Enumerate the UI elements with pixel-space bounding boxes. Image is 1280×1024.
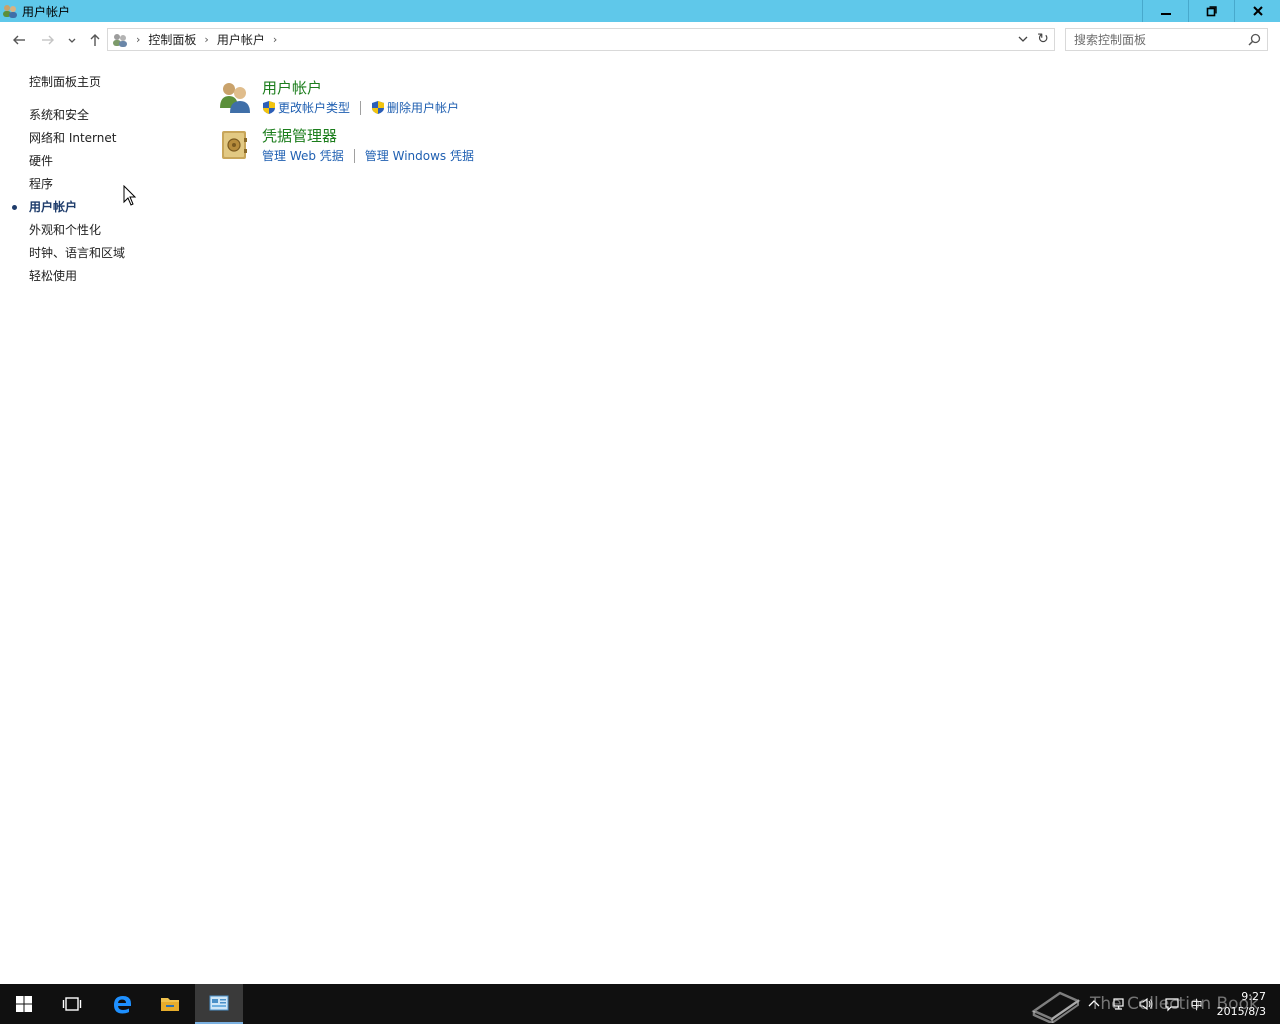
- minimize-icon: [1160, 13, 1171, 15]
- arrow-right-icon: [42, 35, 54, 45]
- category-user-accounts: 用户帐户 更改帐户类型 删除用户帐户: [218, 78, 474, 126]
- delete-user-account-link[interactable]: 删除用户帐户: [371, 99, 459, 116]
- navigation-bar: › 控制面板 › 用户帐户 › ↻: [0, 22, 1280, 58]
- edge-browser-icon: [114, 996, 131, 1014]
- recent-locations-button[interactable]: [62, 30, 82, 50]
- title-bar[interactable]: 用户帐户: [0, 0, 1280, 22]
- folder-icon: [161, 998, 179, 1011]
- chevron-right-icon[interactable]: ›: [273, 33, 277, 46]
- volume-icon[interactable]: [1138, 996, 1154, 1012]
- sidebar-item-label: 用户帐户: [29, 200, 78, 214]
- address-bar[interactable]: › 控制面板 › 用户帐户 › ↻: [107, 28, 1055, 51]
- link-label: 更改帐户类型: [278, 101, 351, 115]
- link-divider: [360, 100, 362, 115]
- chevron-right-icon[interactable]: ›: [204, 33, 208, 46]
- back-button[interactable]: [9, 30, 29, 50]
- search-box[interactable]: [1065, 28, 1268, 51]
- users-icon: [3, 5, 17, 18]
- manage-web-credentials-link[interactable]: 管理 Web 凭据: [262, 147, 344, 164]
- change-account-type-link[interactable]: 更改帐户类型: [262, 99, 350, 116]
- restore-icon: [1206, 6, 1217, 17]
- link-label: 删除用户帐户: [387, 101, 460, 115]
- taskbar-control-panel-button[interactable]: [195, 984, 243, 1024]
- input-method-indicator[interactable]: 中: [1191, 996, 1203, 1013]
- search-input[interactable]: [1074, 32, 1244, 47]
- chevron-right-icon[interactable]: ›: [136, 33, 140, 46]
- sidebar-item-clock-language-region[interactable]: 时钟、语言和区域: [0, 243, 200, 266]
- close-icon: [1252, 6, 1263, 16]
- sidebar-item-ease-of-access[interactable]: 轻松使用: [0, 266, 200, 289]
- task-view-icon: [62, 997, 82, 1011]
- sidebar-item-appearance[interactable]: 外观和个性化: [0, 220, 200, 243]
- forward-button[interactable]: [38, 30, 58, 50]
- sidebar: 控制面板主页 系统和安全 网络和 Internet 硬件 程序 用户帐户 外观和…: [0, 72, 200, 289]
- link-label: 管理 Web 凭据: [262, 149, 344, 163]
- clock-time: 9:27: [1241, 990, 1266, 1003]
- close-button[interactable]: [1234, 0, 1280, 22]
- network-icon[interactable]: [1112, 996, 1128, 1012]
- sidebar-item-user-accounts[interactable]: 用户帐户: [0, 197, 200, 220]
- sidebar-item-network-internet[interactable]: 网络和 Internet: [0, 128, 200, 151]
- category-title[interactable]: 用户帐户: [262, 78, 459, 98]
- category-title[interactable]: 凭据管理器: [262, 126, 474, 146]
- windows-logo-icon: [16, 996, 32, 1012]
- shield-icon: [372, 101, 385, 114]
- system-tray: 中 9:27 2015/8/3: [1081, 984, 1272, 1024]
- taskbar-edge-button[interactable]: [98, 984, 146, 1024]
- link-label: 管理 Windows 凭据: [364, 149, 474, 163]
- mouse-cursor-icon: [123, 185, 137, 206]
- breadcrumb-control-panel[interactable]: 控制面板: [148, 31, 196, 48]
- shield-icon: [263, 101, 275, 114]
- minimize-button[interactable]: [1142, 0, 1188, 22]
- sidebar-item-hardware[interactable]: 硬件: [0, 151, 200, 174]
- taskbar: 中 9:27 2015/8/3: [0, 984, 1280, 1024]
- chevron-up-icon[interactable]: [1086, 996, 1102, 1012]
- sidebar-item-system-security[interactable]: 系统和安全: [0, 105, 200, 128]
- clock-date: 2015/8/3: [1216, 1005, 1266, 1018]
- sidebar-item-programs[interactable]: 程序: [0, 174, 200, 197]
- clock[interactable]: 9:27 2015/8/3: [1217, 989, 1266, 1019]
- task-view-button[interactable]: [48, 984, 96, 1024]
- action-center-icon[interactable]: [1164, 996, 1180, 1012]
- window-title: 用户帐户: [22, 4, 71, 19]
- taskbar-file-explorer-button[interactable]: [146, 984, 194, 1024]
- users-icon[interactable]: [218, 80, 252, 114]
- link-divider: [353, 148, 355, 163]
- control-panel-icon: [209, 995, 229, 1011]
- up-button[interactable]: [85, 30, 105, 50]
- manage-windows-credentials-link[interactable]: 管理 Windows 凭据: [365, 147, 474, 164]
- vault-icon[interactable]: [218, 128, 252, 162]
- restore-button[interactable]: [1188, 0, 1234, 22]
- arrow-left-icon: [13, 35, 25, 45]
- breadcrumb-user-accounts[interactable]: 用户帐户: [217, 31, 265, 48]
- refresh-icon[interactable]: ↻: [1035, 31, 1051, 47]
- active-indicator: [12, 205, 17, 210]
- category-credential-manager: 凭据管理器 管理 Web 凭据 管理 Windows 凭据: [218, 126, 474, 174]
- sidebar-item-control-panel-home[interactable]: 控制面板主页: [0, 72, 200, 95]
- arrow-up-icon: [90, 34, 100, 46]
- chevron-down-icon: [68, 38, 76, 43]
- users-icon: [113, 33, 127, 47]
- category-list: 用户帐户 更改帐户类型 删除用户帐户 凭据管理器 管理 Web 凭据 管理 Wi…: [218, 78, 474, 174]
- start-button[interactable]: [0, 984, 48, 1024]
- search-icon[interactable]: [1248, 33, 1261, 46]
- chevron-down-icon[interactable]: [1016, 32, 1030, 46]
